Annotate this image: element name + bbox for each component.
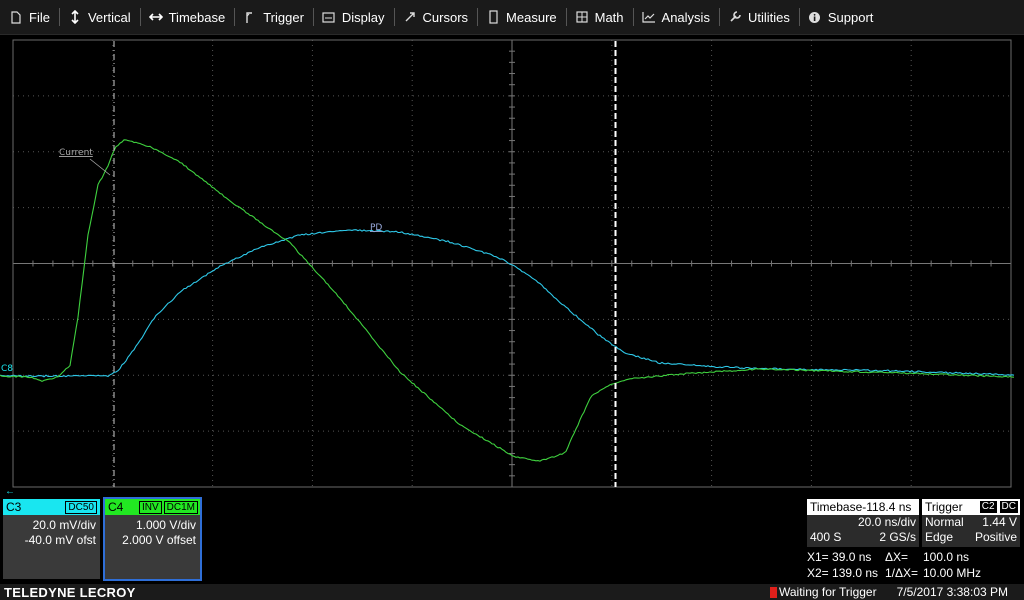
channel-c3-offset: -40.0 mV ofst (3, 533, 100, 548)
menu-file-label: File (29, 10, 50, 25)
menu-cursors[interactable]: Cursors (394, 0, 478, 34)
cursor-x1-value: X1= 39.0 ns (807, 549, 885, 565)
trigger-row-1: Normal 1.44 V (922, 515, 1020, 530)
menu-bar: File Vertical Timebase Trigger Display C… (0, 0, 1024, 35)
trigger-source: C2 (980, 501, 997, 513)
wrench-icon (728, 10, 742, 24)
timebase-row-1: 20.0 ns/div (807, 515, 919, 530)
pd-trace-label: PD (370, 223, 382, 233)
menu-vertical[interactable]: Vertical (59, 0, 140, 34)
menu-timebase[interactable]: Timebase (140, 0, 235, 34)
pd-trace (0, 230, 1014, 377)
channel-c3-descriptor[interactable]: C3 DC50 20.0 mV/div -40.0 mV ofst (3, 499, 100, 579)
menu-measure[interactable]: Measure (477, 0, 566, 34)
trigger-title: Trigger (925, 499, 963, 515)
trigger-level: 1.44 V (982, 515, 1017, 530)
menu-utilities-label: Utilities (748, 10, 790, 25)
date-time: 7/5/2017 3:38:03 PM (897, 585, 1008, 599)
acquisition-status-indicator (770, 587, 777, 598)
channel-c3-coupling: DC50 (65, 501, 97, 514)
analysis-chart-icon (642, 10, 656, 24)
vertical-arrows-icon (68, 10, 82, 24)
channel-c4-inv: INV (139, 501, 162, 514)
ground-marker[interactable]: C8 (1, 364, 13, 374)
timebase-row-2: 400 S 2 GS/s (807, 530, 919, 545)
cursor-readout-row-1: X1= 39.0 ns ΔX= 100.0 ns (807, 549, 1021, 565)
channel-c4-header: C4 INV DC1M (105, 499, 200, 515)
offscreen-left-arrow-icon: ← (5, 486, 15, 497)
menu-file[interactable]: File (0, 0, 59, 34)
cursor-readout[interactable]: X1= 39.0 ns ΔX= 100.0 ns X2= 139.0 ns 1/… (807, 549, 1021, 581)
trigger-edge-icon (243, 10, 257, 24)
channel-c3-header: C3 DC50 (3, 499, 100, 515)
trigger-descriptor[interactable]: Trigger C2 DC Normal 1.44 V Edge Positiv… (922, 499, 1020, 547)
timebase-rate: 2 GS/s (879, 530, 916, 545)
menu-trigger[interactable]: Trigger (234, 0, 313, 34)
trigger-slope: Positive (975, 530, 1017, 545)
menu-support[interactable]: Support (799, 0, 883, 34)
menu-vertical-label: Vertical (88, 10, 131, 25)
trigger-header: Trigger C2 DC (922, 499, 1020, 515)
calculator-icon (575, 10, 589, 24)
horizontal-arrows-icon (149, 10, 163, 24)
measure-icon (486, 10, 500, 24)
cursor-inv-dx-label: 1/ΔX= (885, 565, 923, 581)
brand-logo: TELEDYNE LECROY (0, 585, 136, 600)
timebase-header: Timebase-118.4 ns (807, 499, 919, 515)
timebase-descriptor[interactable]: Timebase-118.4 ns 20.0 ns/div 400 S 2 GS… (807, 499, 919, 547)
trigger-coupling: DC (1000, 501, 1018, 513)
menu-timebase-label: Timebase (169, 10, 226, 25)
trigger-mode: Normal (925, 515, 964, 530)
status-bar: TELEDYNE LECROY Waiting for Trigger 7/5/… (0, 584, 1024, 600)
trigger-type: Edge (925, 530, 953, 545)
menu-display-label: Display (342, 10, 385, 25)
channel-c3-name: C3 (6, 500, 21, 514)
cursor-icon (403, 10, 417, 24)
cursor-dx-value: 100.0 ns (923, 549, 969, 565)
channel-c4-offset: 2.000 V offset (105, 533, 200, 548)
cursor-x2-value: X2= 139.0 ns (807, 565, 885, 581)
cursor-inv-dx-value: 10.00 MHz (923, 565, 981, 581)
current-trace-label: Current (59, 148, 93, 158)
channel-c4-name: C4 (108, 500, 123, 514)
display-icon (322, 10, 336, 24)
timebase-per-div: 20.0 ns/div (858, 515, 916, 530)
channel-c4-descriptor[interactable]: C4 INV DC1M 1.000 V/div 2.000 V offset (103, 497, 202, 581)
info-icon (808, 10, 822, 24)
menu-display[interactable]: Display (313, 0, 394, 34)
menu-math[interactable]: Math (566, 0, 633, 34)
channel-c4-scale: 1.000 V/div (105, 518, 200, 533)
menu-analysis-label: Analysis (662, 10, 710, 25)
menu-support-label: Support (828, 10, 874, 25)
graticule (13, 40, 1011, 487)
cursor-dx-label: ΔX= (885, 549, 923, 565)
menu-trigger-label: Trigger (263, 10, 304, 25)
acquisition-status: Waiting for Trigger (779, 585, 877, 599)
trigger-row-2: Edge Positive (922, 530, 1020, 545)
channel-c3-scale: 20.0 mV/div (3, 518, 100, 533)
waveform-display[interactable]: Current PD C8 (0, 35, 1024, 495)
menu-analysis[interactable]: Analysis (633, 0, 719, 34)
menu-utilities[interactable]: Utilities (719, 0, 799, 34)
menu-cursors-label: Cursors (423, 10, 469, 25)
file-icon (9, 10, 23, 24)
timebase-samples: 400 S (810, 530, 841, 545)
cursor-readout-row-2: X2= 139.0 ns 1/ΔX= 10.00 MHz (807, 565, 1021, 581)
menu-measure-label: Measure (506, 10, 557, 25)
current-trace (0, 140, 1014, 461)
menu-math-label: Math (595, 10, 624, 25)
channel-c4-coupling: DC1M (164, 501, 198, 514)
